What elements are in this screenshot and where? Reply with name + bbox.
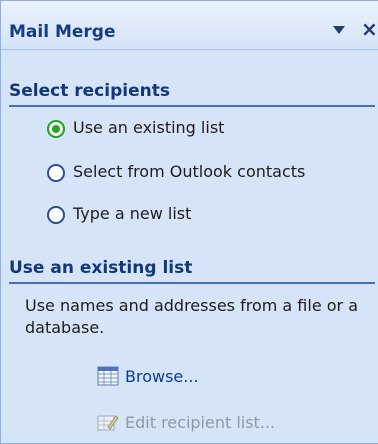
table-icon — [97, 366, 119, 386]
pane-menu-dropdown-icon[interactable] — [333, 26, 345, 34]
type-new-list-radio[interactable] — [47, 206, 65, 224]
existing-list-description: Use names and addresses from a file or a… — [25, 296, 359, 337]
use-existing-list-radio[interactable] — [47, 120, 65, 138]
pane-title: Mail Merge — [9, 22, 116, 42]
browse-link[interactable]: Browse... — [125, 367, 199, 386]
edit-recipient-list-link: Edit recipient list... — [125, 413, 276, 432]
use-existing-list-label[interactable]: Use an existing list — [73, 118, 224, 137]
edit-list-icon — [97, 415, 119, 431]
close-icon[interactable]: × — [361, 17, 378, 41]
outlook-contacts-radio[interactable] — [47, 164, 65, 182]
task-pane-title-bar: Mail Merge × — [1, 1, 378, 50]
type-new-list-label[interactable]: Type a new list — [73, 204, 191, 223]
use-existing-list-heading: Use an existing list — [9, 258, 375, 284]
select-recipients-heading: Select recipients — [9, 81, 375, 107]
outlook-contacts-label[interactable]: Select from Outlook contacts — [73, 162, 305, 181]
mail-merge-task-pane: Mail Merge × Select recipients Use an ex… — [0, 0, 378, 444]
